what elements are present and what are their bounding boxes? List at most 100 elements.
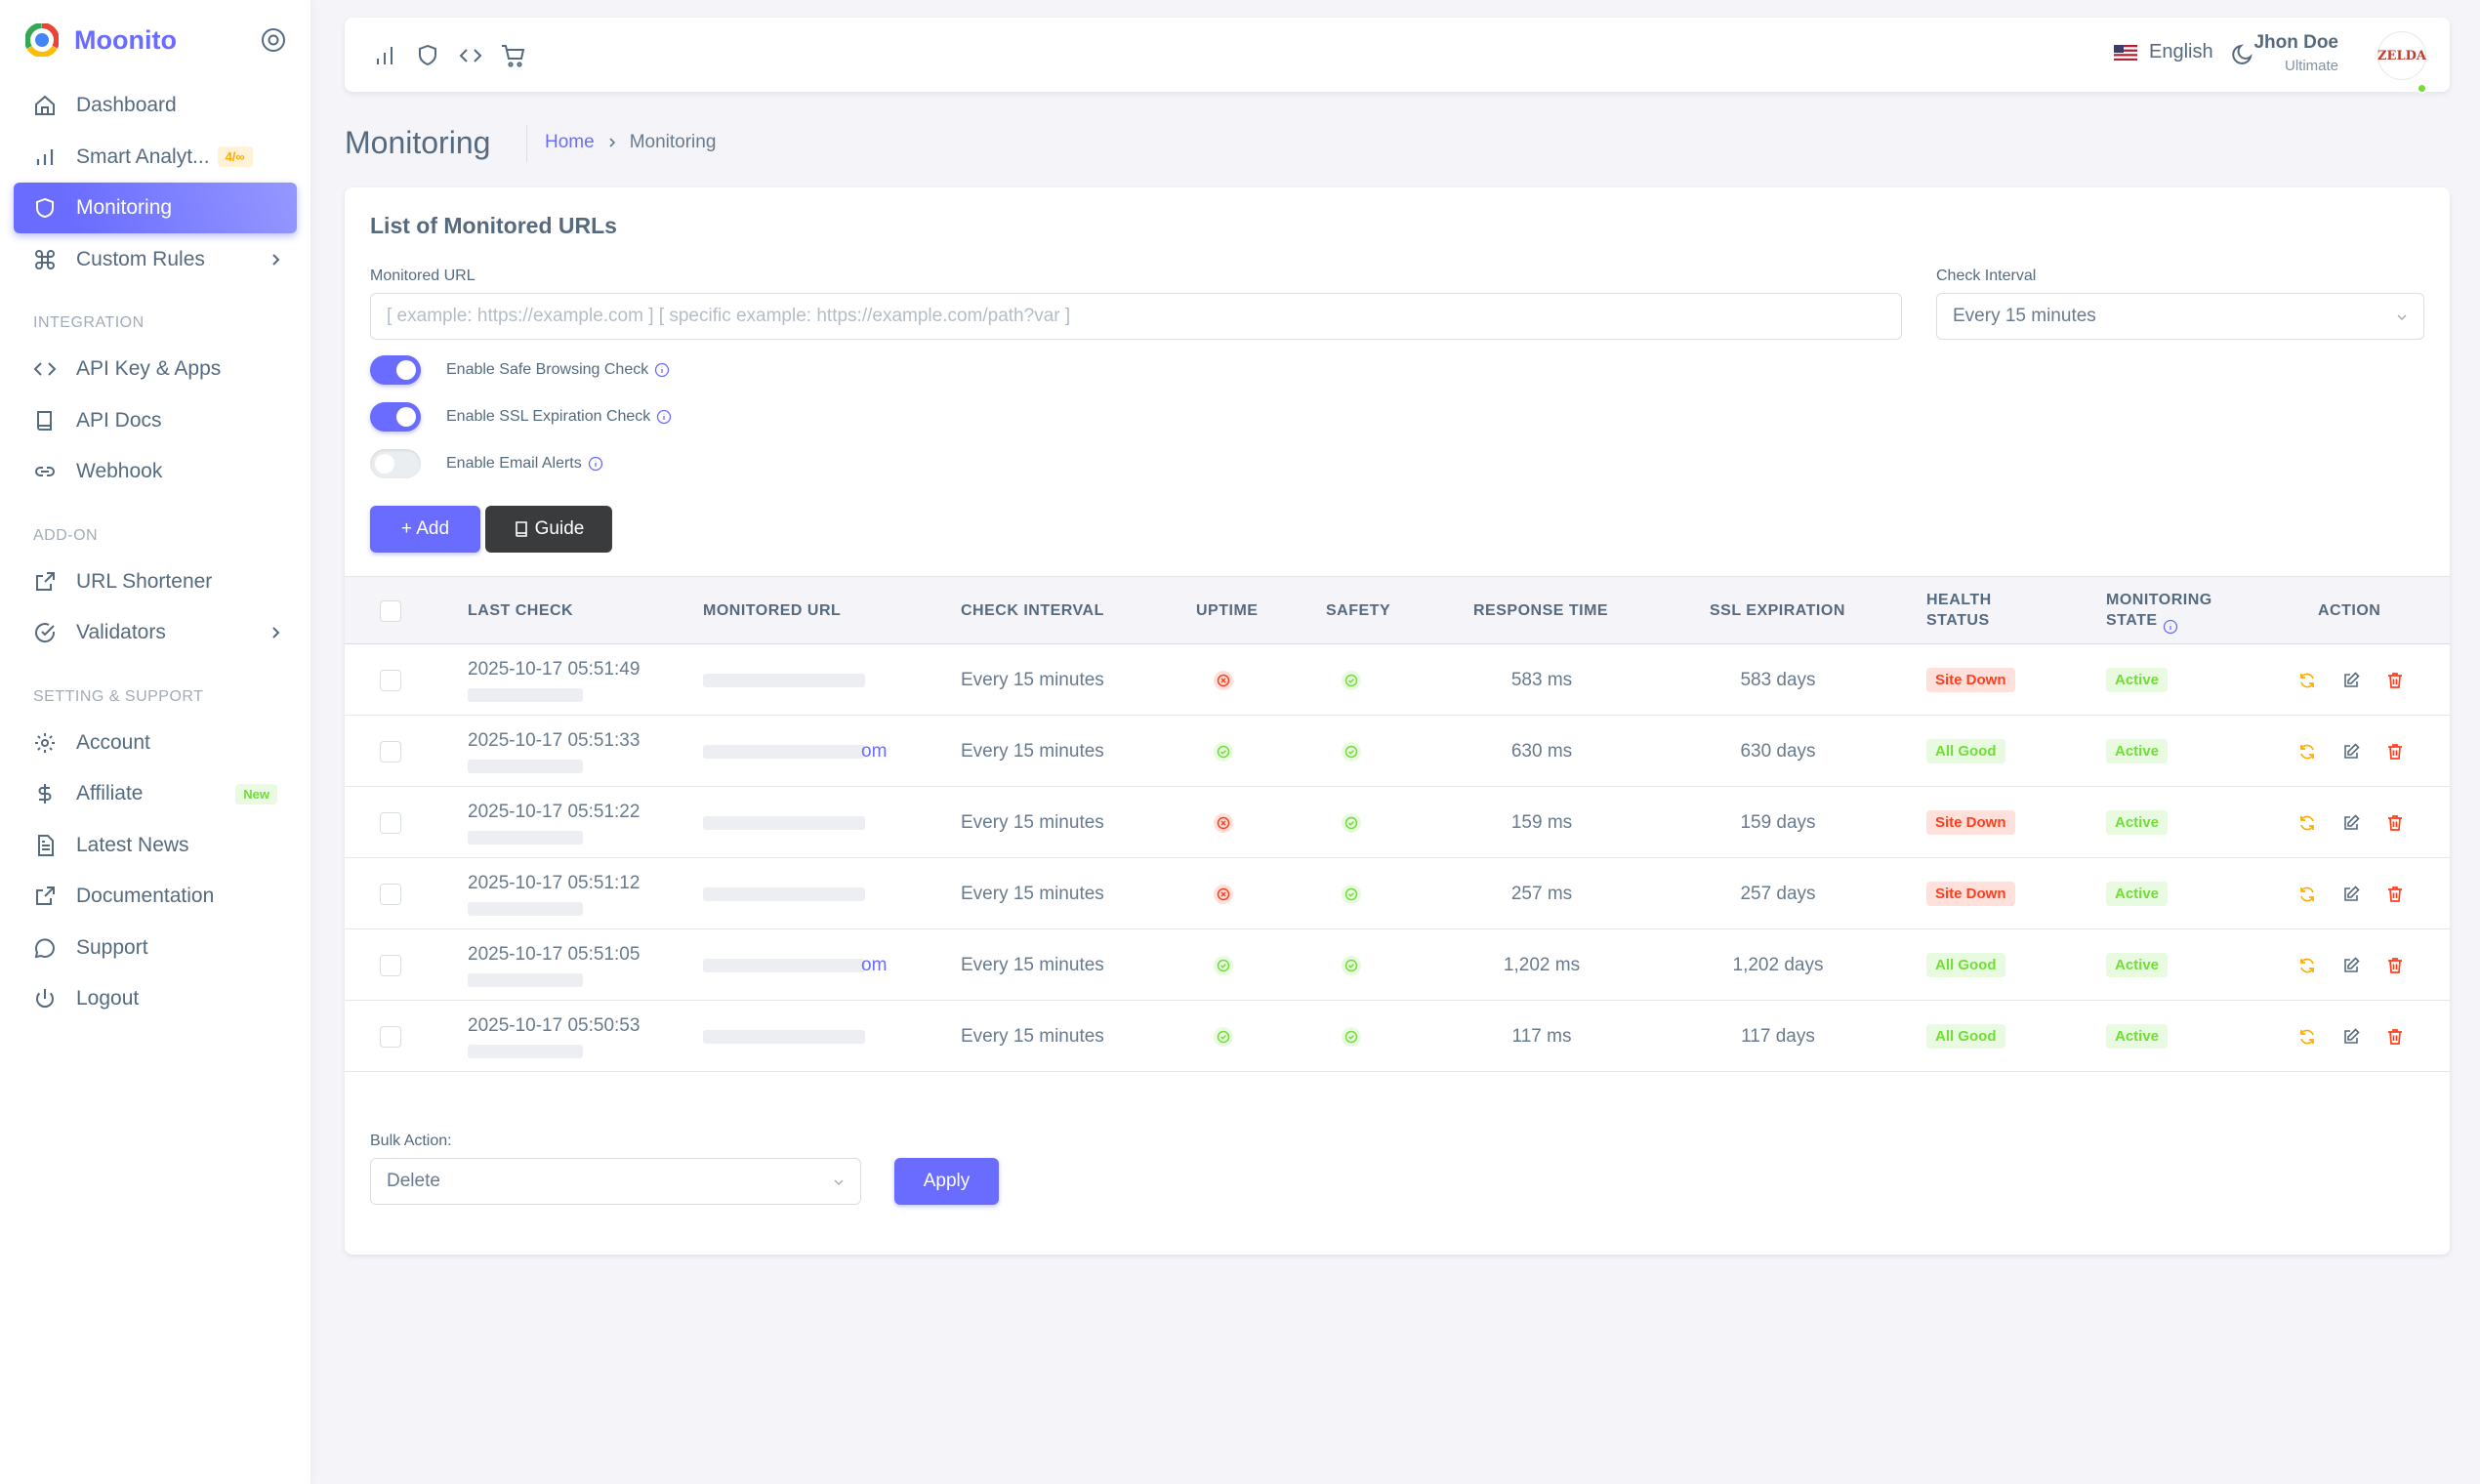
th-ssl-expiration[interactable]: SSL EXPIRATION	[1710, 577, 1845, 645]
apply-button[interactable]: Apply	[894, 1158, 999, 1205]
th-uptime[interactable]: UPTIME	[1196, 577, 1258, 645]
sidebar-item-logout[interactable]: Logout	[14, 973, 297, 1024]
email-alerts-toggle[interactable]	[370, 449, 421, 478]
row-checkbox[interactable]	[380, 884, 401, 905]
top-navbar: English Jhon Doe Ultimate ZELDA	[345, 18, 2450, 92]
refresh-icon[interactable]	[2297, 813, 2317, 833]
action-cell	[2297, 644, 2429, 716]
trash-icon[interactable]	[2385, 1027, 2405, 1047]
health-status-badge: Site Down	[1926, 882, 2015, 906]
row-select-cell	[380, 644, 401, 716]
brand[interactable]: Moonito	[0, 0, 310, 80]
th-last-check[interactable]: LAST CHECK	[468, 577, 573, 645]
sidebar-item-api-docs[interactable]: API Docs	[14, 395, 297, 446]
row-checkbox[interactable]	[380, 955, 401, 976]
edit-icon[interactable]	[2341, 813, 2361, 833]
info-icon[interactable]	[588, 456, 603, 472]
refresh-icon[interactable]	[2297, 742, 2317, 762]
guide-button[interactable]: Guide	[485, 506, 612, 553]
sidebar-item-label: API Docs	[76, 409, 162, 433]
edit-icon[interactable]	[2341, 671, 2361, 690]
check-interval-select[interactable]: Every 15 minutes	[1936, 293, 2424, 340]
monitored-url-link[interactable]	[703, 887, 861, 901]
bar-chart-icon[interactable]	[370, 41, 399, 70]
trash-icon[interactable]	[2385, 956, 2405, 975]
safe-browsing-toggle[interactable]	[370, 355, 421, 385]
user-plan: Ultimate	[2253, 58, 2338, 74]
sidebar-item-support[interactable]: Support	[14, 923, 297, 973]
sidebar-item-smart-analytics[interactable]: Smart Analyt... 4/∞	[14, 132, 297, 183]
trash-icon[interactable]	[2385, 671, 2405, 690]
bulk-action-select[interactable]: Delete	[370, 1158, 861, 1205]
sidebar-item-affiliate[interactable]: Affiliate New	[14, 768, 297, 819]
sidebar-item-url-shortener[interactable]: URL Shortener	[14, 556, 297, 607]
breadcrumb-home-link[interactable]: Home	[545, 132, 595, 153]
row-checkbox[interactable]	[380, 670, 401, 691]
breadcrumb-current: Monitoring	[630, 132, 717, 153]
edit-icon[interactable]	[2341, 885, 2361, 904]
refresh-icon[interactable]	[2297, 671, 2317, 690]
sidebar-item-custom-rules[interactable]: Custom Rules	[14, 234, 297, 285]
sidebar-item-latest-news[interactable]: Latest News	[14, 820, 297, 871]
last-check-value: 2025-10-17 05:51:05	[468, 944, 640, 966]
select-all-checkbox[interactable]	[380, 600, 401, 622]
row-select-cell	[380, 929, 401, 1001]
page-title: Monitoring	[345, 125, 490, 161]
moon-icon[interactable]	[2229, 41, 2256, 68]
sidebar-item-api-key[interactable]: API Key & Apps	[14, 344, 297, 394]
info-icon[interactable]	[656, 409, 672, 425]
monitored-url-link[interactable]: om	[703, 741, 887, 763]
user-name: Jhon Doe	[2253, 32, 2338, 54]
monitored-url-link[interactable]	[703, 1030, 861, 1044]
th-check-interval[interactable]: CHECK INTERVAL	[961, 577, 1104, 645]
th-monitoring-state[interactable]: MONITORING STATE	[2106, 577, 2233, 645]
sidebar-toggle-icon[interactable]	[260, 26, 287, 54]
check-interval-value: Every 15 minutes	[1953, 306, 2096, 327]
row-checkbox[interactable]	[380, 741, 401, 763]
trash-icon[interactable]	[2385, 742, 2405, 762]
edit-icon[interactable]	[2341, 742, 2361, 762]
th-health-status[interactable]: HEALTH STATUS	[1926, 577, 2034, 645]
trash-icon[interactable]	[2385, 885, 2405, 904]
monitored-url-link[interactable]	[703, 816, 861, 830]
book-icon	[33, 409, 57, 433]
sidebar-item-documentation[interactable]: Documentation	[14, 871, 297, 922]
chevron-right-icon	[606, 137, 618, 148]
th-response-time[interactable]: RESPONSE TIME	[1473, 577, 1608, 645]
refresh-icon[interactable]	[2297, 956, 2317, 975]
th-safety[interactable]: SAFETY	[1326, 577, 1390, 645]
last-check-value: 2025-10-17 05:51:33	[468, 730, 640, 752]
info-icon[interactable]	[654, 362, 670, 378]
brand-name: Moonito	[74, 25, 177, 56]
cart-icon[interactable]	[499, 41, 528, 70]
sidebar-item-label: Latest News	[76, 834, 189, 857]
sidebar-item-webhook[interactable]: Webhook	[14, 446, 297, 497]
edit-icon[interactable]	[2341, 1027, 2361, 1047]
avatar[interactable]: ZELDA	[2377, 31, 2426, 80]
edit-icon[interactable]	[2341, 956, 2361, 975]
row-checkbox[interactable]	[380, 1026, 401, 1048]
refresh-icon[interactable]	[2297, 885, 2317, 904]
add-button[interactable]: + Add	[370, 506, 480, 553]
sidebar-item-monitoring[interactable]: Monitoring	[14, 183, 297, 233]
redacted-text	[468, 902, 583, 916]
user-info[interactable]: Jhon Doe Ultimate	[2253, 32, 2338, 74]
th-monitored-url[interactable]: MONITORED URL	[703, 577, 841, 645]
refresh-icon[interactable]	[2297, 1027, 2317, 1047]
monitored-url-link[interactable]	[703, 674, 861, 687]
monitored-url-link[interactable]: om	[703, 955, 887, 976]
language-selector[interactable]: English	[2114, 41, 2213, 63]
row-checkbox[interactable]	[380, 812, 401, 834]
menu-header-addon: ADD-ON	[0, 498, 310, 556]
shield-icon[interactable]	[413, 41, 442, 70]
ssl-expiration-toggle[interactable]	[370, 402, 421, 432]
code-icon[interactable]	[456, 41, 485, 70]
sidebar-item-validators[interactable]: Validators	[14, 607, 297, 658]
sidebar-item-dashboard[interactable]: Dashboard	[14, 80, 297, 131]
sidebar-item-account[interactable]: Account	[14, 718, 297, 768]
safety-ok-icon	[1341, 1026, 1362, 1048]
info-icon[interactable]	[2163, 619, 2178, 635]
redacted-url	[703, 1030, 865, 1044]
trash-icon[interactable]	[2385, 813, 2405, 833]
monitored-url-input[interactable]	[370, 293, 1902, 340]
